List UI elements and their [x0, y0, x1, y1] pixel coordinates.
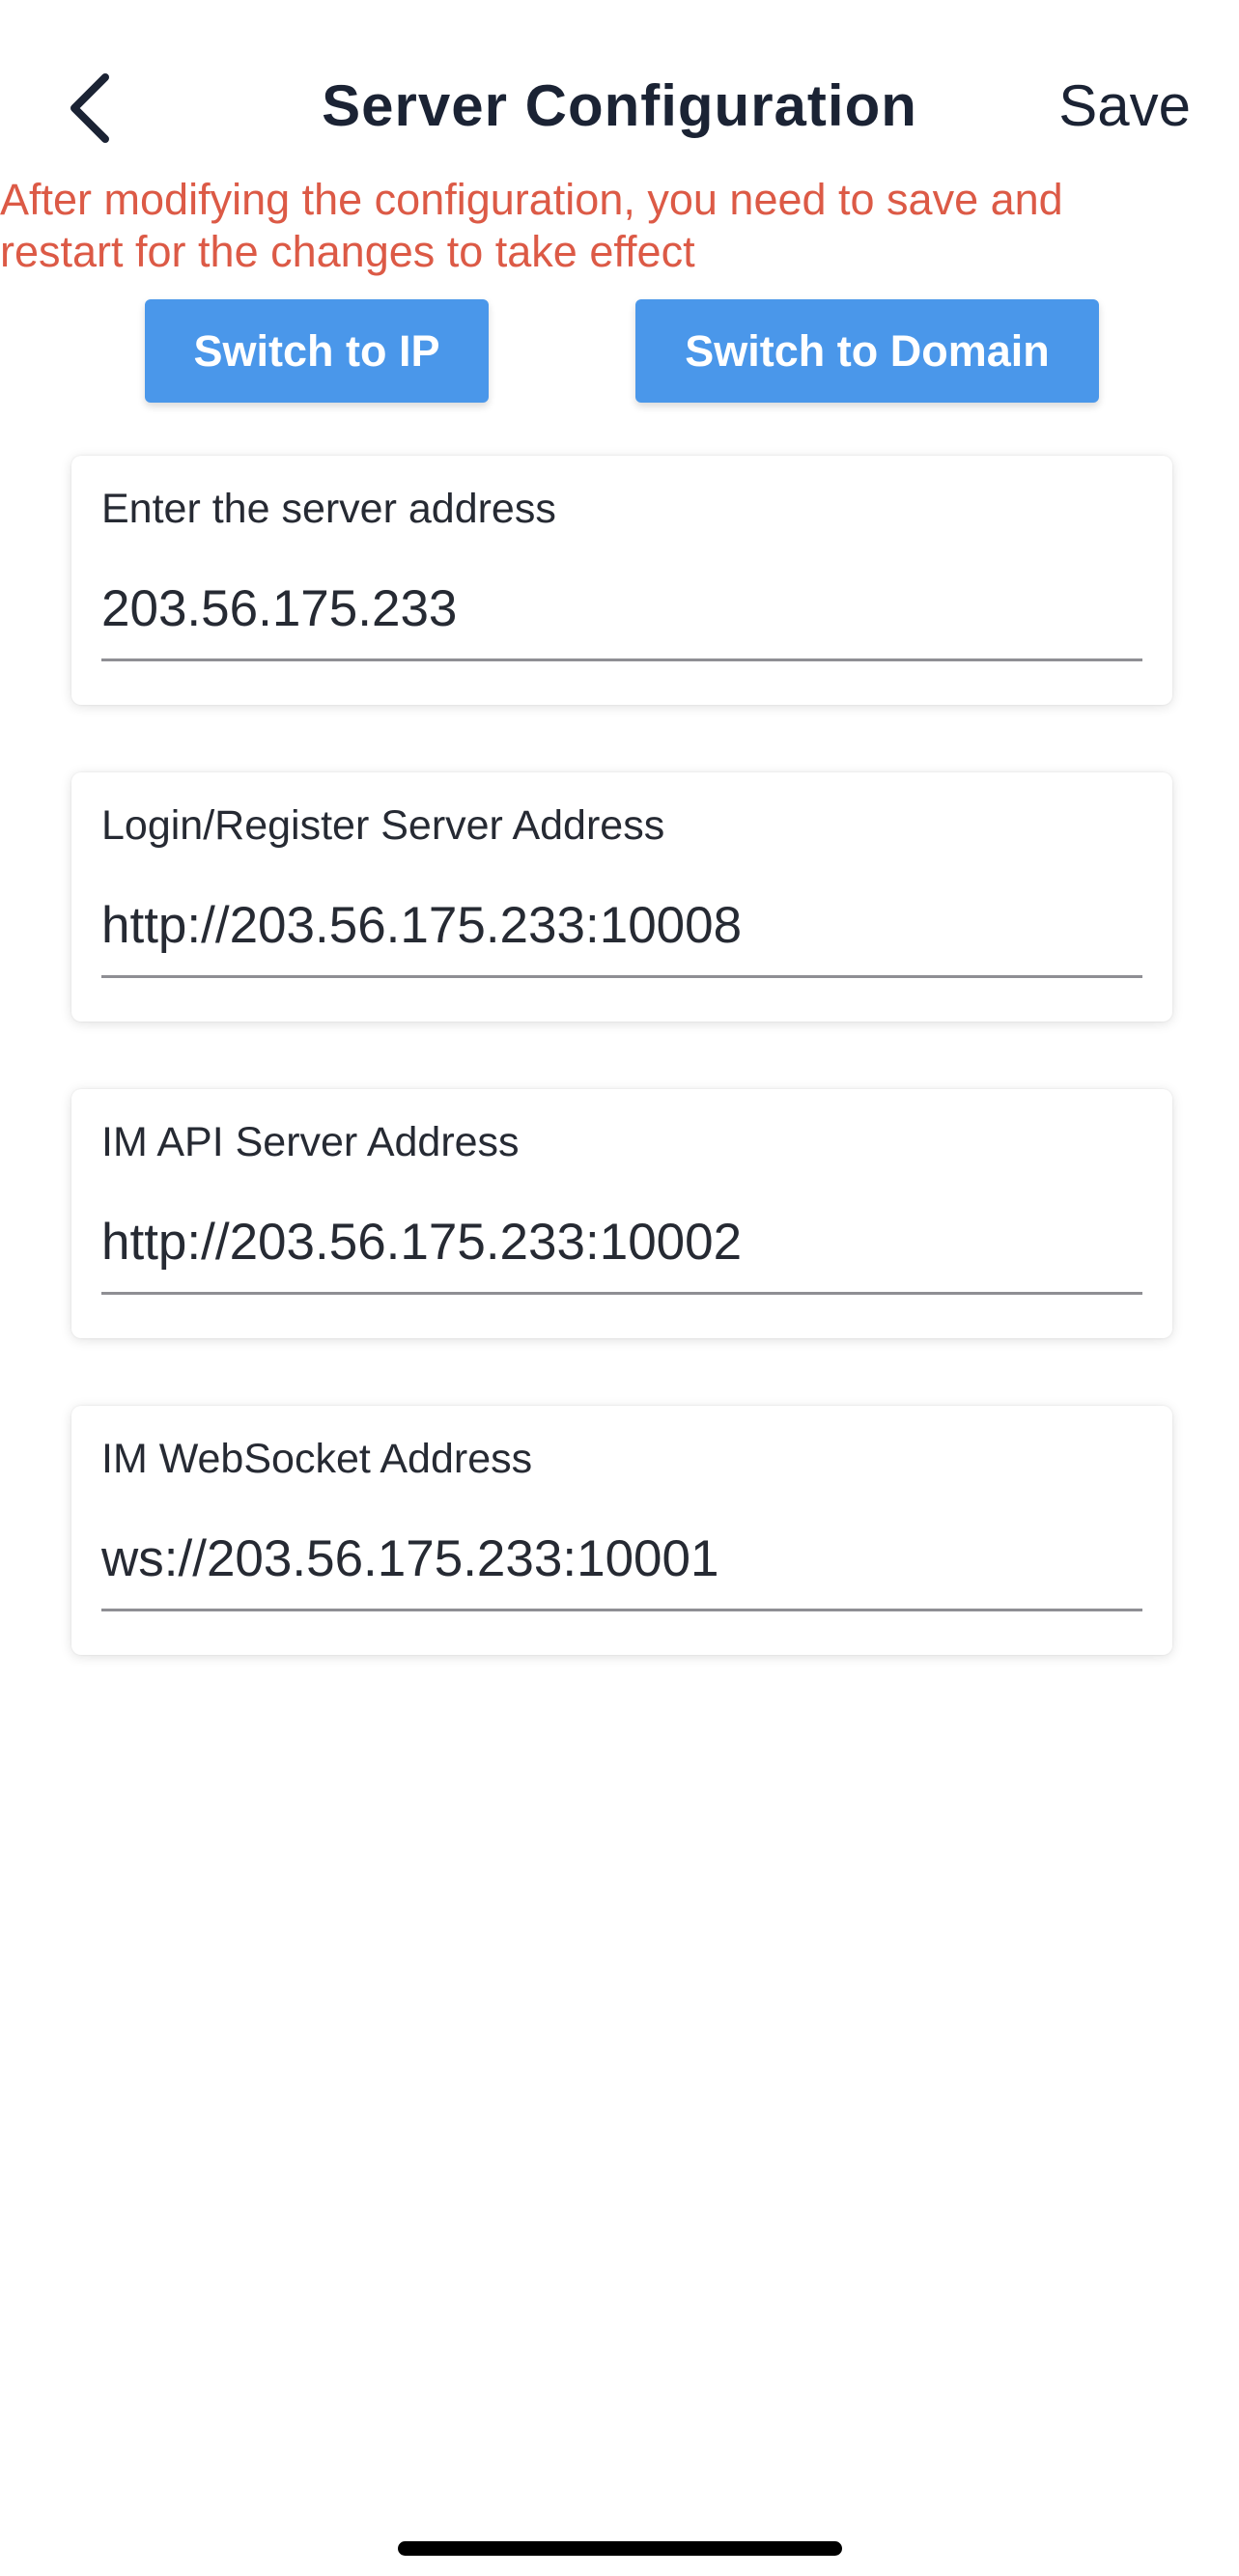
page-title: Server Configuration	[322, 73, 917, 138]
login-register-address-card: Login/Register Server Address	[71, 772, 1172, 1022]
home-indicator	[398, 2541, 842, 2556]
server-address-label: Enter the server address	[101, 486, 556, 532]
restart-warning-line-2: restart for the changes to take effect	[0, 227, 695, 276]
switch-to-ip-button[interactable]: Switch to IP	[145, 299, 489, 403]
navigation-bar: Server Configuration Save	[0, 39, 1239, 169]
im-api-address-input[interactable]	[101, 1203, 1142, 1295]
server-address-input[interactable]	[101, 570, 1142, 661]
switch-to-domain-button[interactable]: Switch to Domain	[635, 299, 1099, 403]
restart-warning-line-1: After modifying the configuration, you n…	[0, 175, 1063, 224]
server-address-card: Enter the server address	[71, 456, 1172, 705]
im-websocket-address-card: IM WebSocket Address	[71, 1406, 1172, 1655]
login-register-address-input[interactable]	[101, 886, 1142, 978]
im-api-address-card: IM API Server Address	[71, 1089, 1172, 1338]
im-websocket-address-input[interactable]	[101, 1520, 1142, 1611]
im-api-address-label: IM API Server Address	[101, 1119, 520, 1165]
login-register-address-label: Login/Register Server Address	[101, 802, 665, 849]
restart-warning: After modifying the configuration, you n…	[0, 174, 1197, 278]
save-button[interactable]: Save	[1058, 66, 1191, 147]
im-websocket-address-label: IM WebSocket Address	[101, 1436, 533, 1482]
